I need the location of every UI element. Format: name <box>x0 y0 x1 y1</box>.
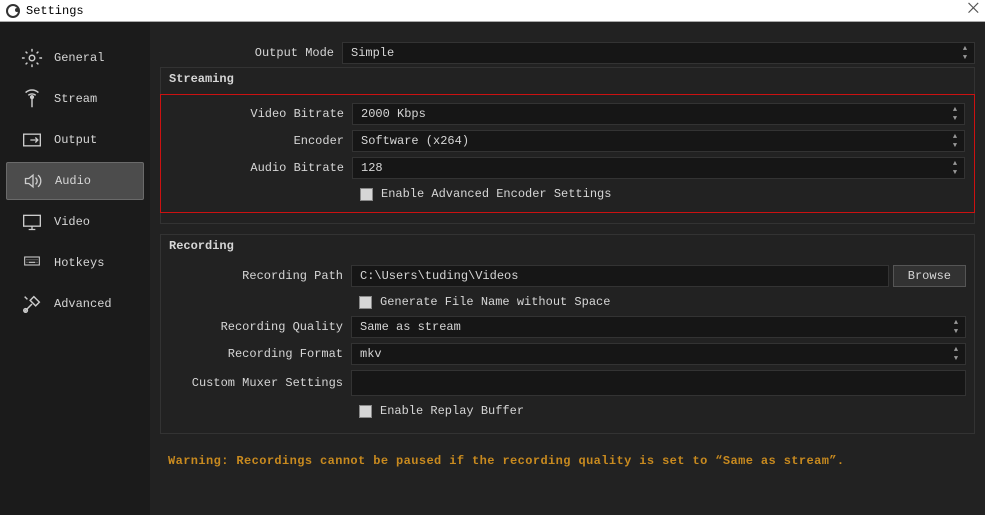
sidebar-item-output[interactable]: Output <box>6 121 144 159</box>
gen-filename-checkbox[interactable] <box>359 296 372 309</box>
sidebar-item-label: Hotkeys <box>54 256 104 270</box>
chevron-down-icon: ▼ <box>949 327 963 336</box>
chevron-up-icon: ▲ <box>949 318 963 327</box>
chevron-down-icon: ▼ <box>949 354 963 363</box>
chevron-down-icon: ▼ <box>948 141 962 150</box>
window-title: Settings <box>26 4 84 18</box>
enable-advanced-label: Enable Advanced Encoder Settings <box>381 187 611 201</box>
output-mode-value: Simple <box>351 46 394 60</box>
recording-group: Recording Recording Path C:\Users\tuding… <box>160 234 975 434</box>
chevron-up-icon: ▲ <box>948 159 962 168</box>
replay-buffer-label: Enable Replay Buffer <box>380 404 524 418</box>
sidebar-item-label: Advanced <box>54 297 112 311</box>
encoder-value: Software (x264) <box>361 134 469 148</box>
chevron-up-icon[interactable]: ▲ <box>948 105 962 114</box>
replay-buffer-checkbox[interactable] <box>359 405 372 418</box>
sidebar-item-label: General <box>54 51 104 65</box>
output-icon <box>20 130 44 150</box>
recording-format-label: Recording Format <box>169 347 351 361</box>
chevron-up-icon: ▲ <box>958 44 972 53</box>
recording-quality-select[interactable]: Same as stream ▲▼ <box>351 316 966 338</box>
sidebar-item-advanced[interactable]: Advanced <box>6 285 144 323</box>
gen-filename-label: Generate File Name without Space <box>380 295 610 309</box>
output-mode-label: Output Mode <box>160 46 342 60</box>
muxer-label: Custom Muxer Settings <box>169 376 351 390</box>
speaker-icon <box>21 171 45 191</box>
streaming-title: Streaming <box>169 72 234 86</box>
sidebar-item-label: Output <box>54 133 97 147</box>
warning-text: Warning: Recordings cannot be paused if … <box>160 444 975 478</box>
sidebar-item-label: Audio <box>55 174 91 188</box>
antenna-icon <box>20 89 44 109</box>
recording-path-input[interactable]: C:\Users\tuding\Videos <box>351 265 889 287</box>
close-icon[interactable]: ⨉ <box>968 2 979 18</box>
audio-bitrate-value: 128 <box>361 161 383 175</box>
sidebar-item-hotkeys[interactable]: Hotkeys <box>6 244 144 282</box>
muxer-input[interactable] <box>351 370 966 396</box>
encoder-label: Encoder <box>170 134 352 148</box>
titlebar: Settings ⨉ <box>0 0 985 22</box>
recording-path-label: Recording Path <box>169 269 351 283</box>
recording-title: Recording <box>169 239 234 253</box>
encoder-select[interactable]: Software (x264) ▲▼ <box>352 130 965 152</box>
streaming-group: Streaming Video Bitrate 2000 Kbps ▲▼ Enc… <box>160 67 975 224</box>
audio-bitrate-label: Audio Bitrate <box>170 161 352 175</box>
recording-format-select[interactable]: mkv ▲▼ <box>351 343 966 365</box>
recording-quality-label: Recording Quality <box>169 320 351 334</box>
video-bitrate-input[interactable]: 2000 Kbps ▲▼ <box>352 103 965 125</box>
output-mode-select[interactable]: Simple ▲▼ <box>342 42 975 64</box>
sidebar-item-general[interactable]: General <box>6 39 144 77</box>
recording-quality-value: Same as stream <box>360 320 461 334</box>
recording-path-value: C:\Users\tuding\Videos <box>360 269 518 283</box>
enable-advanced-checkbox[interactable] <box>360 188 373 201</box>
sidebar-item-label: Video <box>54 215 90 229</box>
chevron-up-icon: ▲ <box>949 345 963 354</box>
sidebar-item-stream[interactable]: Stream <box>6 80 144 118</box>
sidebar-item-audio[interactable]: Audio <box>6 162 144 200</box>
app-logo-icon <box>6 4 20 18</box>
sidebar: General Stream Output Audio Video Hotkey… <box>0 22 150 515</box>
sidebar-item-video[interactable]: Video <box>6 203 144 241</box>
audio-bitrate-select[interactable]: 128 ▲▼ <box>352 157 965 179</box>
tools-icon <box>20 294 44 314</box>
chevron-up-icon: ▲ <box>948 132 962 141</box>
recording-format-value: mkv <box>360 347 382 361</box>
chevron-down-icon: ▼ <box>948 168 962 177</box>
highlight-box: Video Bitrate 2000 Kbps ▲▼ Encoder <box>160 94 975 213</box>
gear-icon <box>20 48 44 68</box>
chevron-down-icon[interactable]: ▼ <box>948 114 962 123</box>
keyboard-icon <box>20 253 44 273</box>
sidebar-item-label: Stream <box>54 92 97 106</box>
chevron-down-icon: ▼ <box>958 53 972 62</box>
video-bitrate-label: Video Bitrate <box>170 107 352 121</box>
content-panel: Output Mode Simple ▲▼ Streaming Video Bi… <box>150 22 985 515</box>
video-bitrate-value: 2000 Kbps <box>361 107 426 121</box>
monitor-icon <box>20 212 44 232</box>
browse-button[interactable]: Browse <box>893 265 966 287</box>
